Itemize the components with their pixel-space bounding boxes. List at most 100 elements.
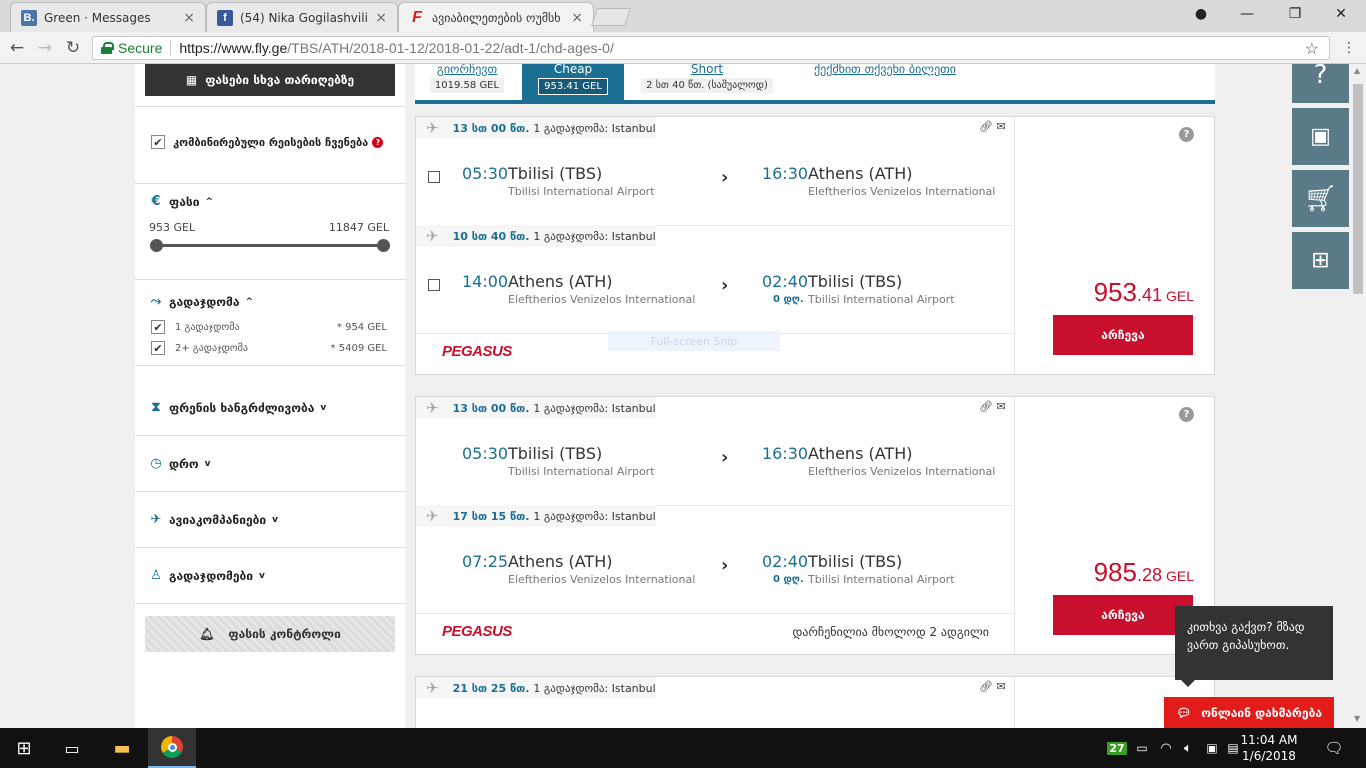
new-tab-button[interactable] [591,8,631,26]
tab-build-ticket[interactable]: ქექმნით თქვენი ბილეთი [805,64,965,100]
forward-arrow-icon[interactable]: → [34,38,56,58]
select-flight-button[interactable]: არჩევა [1053,315,1193,355]
share-link-icon[interactable]: 🔗︎ ✉ [979,400,1006,413]
combined-flights-checkbox[interactable] [151,135,165,149]
flight-result-card: ✈ 21 სთ 25 წთ. 1 გადაჯდომა: Istanbul 🔗︎ … [415,676,1215,728]
plane-icon: ✈ [426,119,439,137]
reload-icon[interactable]: ↻ [62,38,84,58]
chrome-icon [161,736,183,758]
page-scrollbar[interactable]: ▲ ▼ [1350,64,1366,728]
online-help-button[interactable]: 💬︎ ონლაინ დახმარება [1164,697,1334,728]
maximize-icon[interactable]: ❐ [1272,0,1318,28]
network-device-icon[interactable]: ▣ [1202,728,1222,768]
system-clock[interactable]: 11:04 AM 1/6/2018 [1240,732,1298,764]
scrollbar-thumb[interactable] [1353,84,1363,294]
price-column: ? 953.41 GEL არჩევა [1014,117,1214,374]
snip-overlay-label: Full-screen Snip [608,331,780,351]
stops-1-checkbox[interactable] [151,320,165,334]
departure-city: Athens (ATH) [508,552,613,571]
url-field[interactable]: Secure https://www.fly.ge /TBS/ATH/2018-… [92,36,1330,60]
windows-start-icon[interactable]: ⊞ [0,728,48,768]
chrome-taskbar-icon[interactable] [148,728,196,768]
connections-filter-toggle[interactable]: ♙ გადაჯდომები v [149,568,265,583]
volume-icon[interactable]: 🔈︎ [1178,728,1198,768]
select-flight-button[interactable]: არჩევა [1053,595,1193,635]
return-segment[interactable]: 14:00 Athens (ATH) Eleftherios Venizelos… [416,269,1014,309]
price-min-handle[interactable] [150,239,163,252]
price-max-handle[interactable] [377,239,390,252]
stops-option-2[interactable]: 2+ გადაჯდომა * 5409 GEL [151,341,387,355]
other-dates-button[interactable]: ▦ ფასები სხვა თარიღებზე [145,64,395,96]
share-link-icon[interactable]: 🔗︎ ✉ [979,680,1006,693]
duration-filter-toggle[interactable]: ⧗ ფრენის ხანგრძლივობა v [149,400,326,415]
close-window-icon[interactable]: ✕ [1318,0,1364,28]
bookmark-star-icon[interactable]: ☆ [1305,39,1319,59]
price-decimal: .28 [1136,565,1162,585]
sort-tabs: გიორჩევთ 1019.58 GEL Cheap 953.41 GEL Sh… [415,64,1215,104]
help-question-icon[interactable]: ? [1292,64,1349,103]
browser-tab-fly-ge[interactable]: F ავიაბილეთების ოუმსხ × [398,2,594,32]
other-dates-label: ფასები სხვა თარიღებზე [205,73,355,87]
duration-filter-section: ⧗ ფრენის ხანგრძლივობა v [135,380,405,436]
lock-icon [101,42,114,54]
scroll-down-arrow-icon[interactable]: ▼ [1354,714,1360,723]
help-icon[interactable]: ? [372,136,384,148]
leg-stops: 1 გადაჯდომა: Istanbul [533,401,656,415]
price-currency: GEL [1165,568,1194,584]
arrival-airport: Eleftherios Venizelos International [808,465,996,478]
gift-icon[interactable]: ⊞ [1292,232,1349,289]
share-link-icon[interactable]: 🔗︎ ✉ [979,120,1006,133]
tab-short[interactable]: Short 2 სთ 40 წთ. (საშუალოდ) [640,64,774,100]
close-tab-icon[interactable]: × [375,10,387,26]
calendar-icon: ▦ [185,73,198,87]
url-path: /TBS/ATH/2018-01-12/2018-01-22/adt-1/chd… [287,40,614,56]
wallet-icon[interactable]: ▣ [1292,108,1349,165]
outbound-segment[interactable]: 05:30 Tbilisi (TBS) Tbilisi Internationa… [416,441,1014,481]
cart-icon[interactable]: 🛒︎ [1292,170,1349,227]
help-icon[interactable]: ? [1179,407,1194,422]
price-filter-title: ფასი [169,194,200,209]
profile-icon[interactable]: ● [1178,0,1224,28]
minimize-icon[interactable]: — [1224,0,1270,28]
action-center-icon[interactable]: 🗨︎ [1316,728,1352,768]
arrival-city: Tbilisi (TBS) [808,272,903,291]
airlines-filter-toggle[interactable]: ✈ ავიაკომპანიები v [149,512,278,527]
close-tab-icon[interactable]: × [183,10,195,26]
tab-cheap[interactable]: Cheap 953.41 GEL [522,64,624,100]
time-filter-section: ◷ დრო v [135,436,405,492]
price-range-track[interactable] [155,244,385,247]
price-alert-button[interactable]: 🔔︎ ფასის კონტროლი [145,616,395,652]
time-filter-toggle[interactable]: ◷ დრო v [149,456,210,471]
menu-kebab-icon[interactable]: ⋮ [1338,38,1360,58]
arrival-time: 16:30 [762,444,809,463]
browser-tab-facebook[interactable]: f (54) Nika Gogilashvili × [206,2,398,32]
stops-filter-toggle[interactable]: ⤳ გადაჯდომა ^ [149,294,253,309]
tab-label: Cheap [553,64,593,76]
back-arrow-icon[interactable]: ← [6,38,28,58]
divider [170,40,172,56]
leg-checkbox[interactable] [428,171,440,183]
price-filter-toggle[interactable]: € ფასი ^ [149,194,213,209]
task-view-icon[interactable]: ▭ [48,728,96,768]
browser-tab-green-messages[interactable]: B. Green · Messages × [10,2,206,32]
help-icon[interactable]: ? [1179,127,1194,142]
price-integer: 985 [1093,557,1137,587]
chevron-right-icon: › [721,447,729,468]
scroll-up-arrow-icon[interactable]: ▲ [1354,66,1360,75]
leg-duration: 21 სთ 25 წთ. [452,681,530,695]
return-segment[interactable]: 07:25 Athens (ATH) Eleftherios Venizelos… [416,549,1014,589]
stops-filter-section: ⤳ გადაჯდომა ^ 1 გადაჯდომა * 954 GEL 2+ გ… [135,280,405,366]
badge-count: 27 [1107,741,1127,755]
tab-label: Short [690,64,724,76]
close-tab-icon[interactable]: × [571,10,583,26]
stops-option-1[interactable]: 1 გადაჯდომა * 954 GEL [151,320,387,334]
file-explorer-icon[interactable]: ▬ [98,728,146,768]
arrival-airport: Tbilisi International Airport [808,573,955,586]
outbound-segment[interactable]: 05:30 Tbilisi (TBS) Tbilisi Internationa… [416,161,1014,201]
tab-recommended[interactable]: გიორჩევთ 1019.58 GEL [427,64,507,100]
battery-icon[interactable]: ▭ [1132,728,1152,768]
leg-checkbox[interactable] [428,279,440,291]
stops-2-checkbox[interactable] [151,341,165,355]
wifi-icon[interactable]: ◠ [1156,728,1176,768]
notification-count-badge[interactable]: 27 [1107,728,1127,768]
